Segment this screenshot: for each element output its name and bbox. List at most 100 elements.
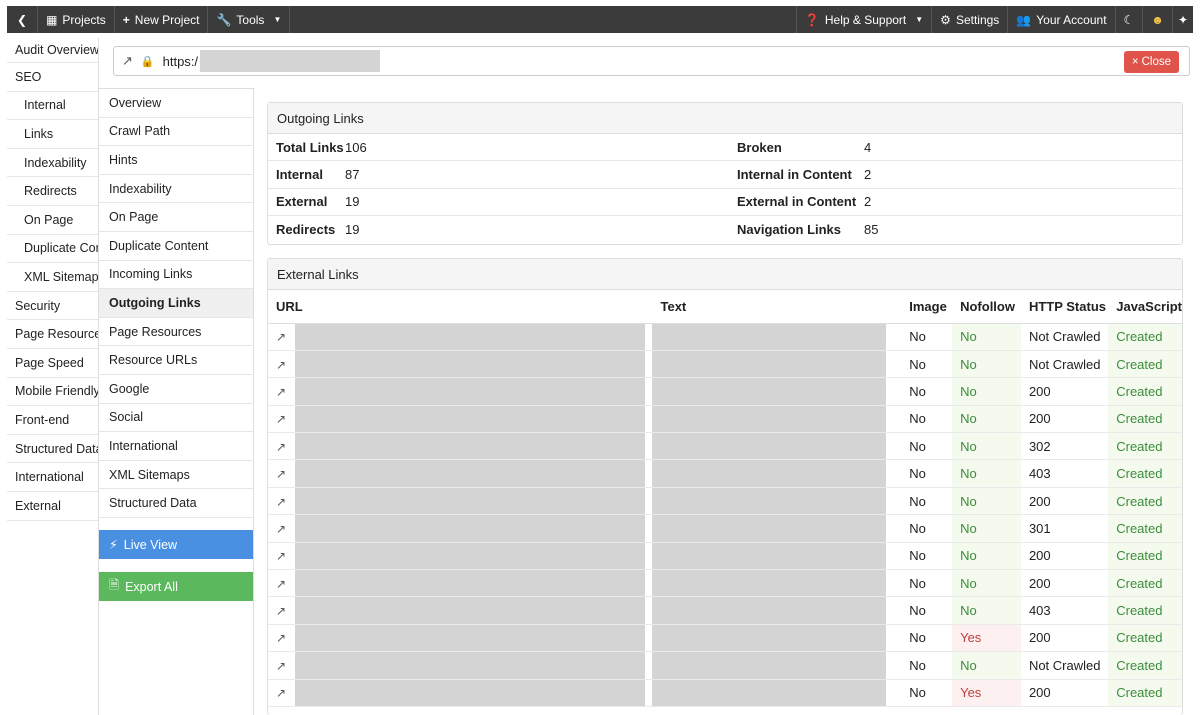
sidebar-item[interactable]: Indexability xyxy=(7,149,98,178)
back-button[interactable]: ❮ xyxy=(7,6,39,33)
sidebar-item[interactable]: Security xyxy=(7,292,98,321)
tools-menu[interactable]: 🔧 Tools ▼ xyxy=(208,6,291,33)
external-link-icon[interactable]: ↗ xyxy=(276,522,286,536)
subnav-item[interactable]: Page Resources xyxy=(99,318,253,347)
subnav-item[interactable]: Hints xyxy=(99,146,253,175)
sidebar-item[interactable]: International xyxy=(7,463,98,492)
file-excel-icon: 🗎 xyxy=(109,578,120,592)
link-cell: ↗ xyxy=(268,487,295,516)
external-link-icon[interactable]: ↗ xyxy=(276,577,286,591)
folder-icon: ▦ xyxy=(46,12,58,27)
external-link-icon[interactable]: ↗ xyxy=(276,604,286,618)
javascript-cell: Created xyxy=(1108,569,1182,598)
external-link-icon[interactable]: ↗ xyxy=(276,631,286,645)
external-link-icon[interactable]: ↗ xyxy=(276,686,286,700)
sidebar-item[interactable]: Internal xyxy=(7,92,98,121)
export-all-button[interactable]: 🗎 Export All xyxy=(99,572,253,601)
subnav-item[interactable]: Outgoing Links xyxy=(99,289,253,318)
subnav-item[interactable]: Resource URLs xyxy=(99,346,253,375)
link-cell: ↗ xyxy=(268,542,295,571)
cell-gap xyxy=(644,405,653,434)
summary-value: 85 xyxy=(864,222,879,238)
subnav-item[interactable]: Incoming Links xyxy=(99,261,253,290)
projects-button[interactable]: ▦ Projects xyxy=(38,6,115,33)
http-status-cell: 200 xyxy=(1020,405,1109,434)
external-link-icon[interactable]: ↗ xyxy=(276,440,286,454)
link-cell: ↗ xyxy=(268,323,295,351)
http-status-cell: 200 xyxy=(1020,624,1109,653)
close-button[interactable]: × Close xyxy=(1123,51,1179,73)
twitter-button[interactable]: ✦ xyxy=(1171,6,1193,33)
subnav-item[interactable]: Indexability xyxy=(99,175,253,204)
gears-icon: ⚙ xyxy=(940,12,951,27)
external-link-icon[interactable]: ↗ xyxy=(276,549,286,563)
sidebar-item[interactable]: Structured Data xyxy=(7,435,98,464)
col-javascript[interactable]: JavaScript xyxy=(1108,290,1182,324)
live-view-button[interactable]: ⚡ Live View xyxy=(99,530,253,559)
col-nofollow[interactable]: Nofollow xyxy=(952,290,1021,324)
subnav-item[interactable]: Duplicate Content xyxy=(99,232,253,261)
url-redacted xyxy=(294,432,645,461)
dark-mode-toggle[interactable]: ☾ xyxy=(1114,6,1143,33)
url-redacted xyxy=(294,405,645,434)
subnav-item[interactable]: Overview xyxy=(99,89,253,118)
text-redacted xyxy=(652,350,886,379)
page-subnav: Overview Crawl Path Hints Indexability On Pa… xyxy=(99,88,254,715)
col-image[interactable]: Image xyxy=(901,290,953,324)
subnav-item[interactable]: Google xyxy=(99,375,253,404)
subnav-item[interactable]: Crawl Path xyxy=(99,118,253,147)
sidebar-item[interactable]: On Page xyxy=(7,206,98,235)
summary-row: Total Links 106 Broken 4 xyxy=(268,134,1182,162)
external-link-icon[interactable]: ↗ xyxy=(276,358,286,372)
cell-gap xyxy=(885,405,902,434)
link-cell: ↗ xyxy=(268,596,295,625)
bolt-icon: ⚡ xyxy=(109,538,118,552)
sidebar-item[interactable]: Links xyxy=(7,120,98,149)
link-cell: ↗ xyxy=(268,514,295,543)
http-status-cell: 200 xyxy=(1020,377,1109,406)
cell-gap xyxy=(885,569,902,598)
image-cell: No xyxy=(901,405,953,434)
subnav-item[interactable]: International xyxy=(99,432,253,461)
settings-label: Settings xyxy=(955,12,1000,27)
text-redacted xyxy=(652,432,886,461)
external-link-icon[interactable]: ↗ xyxy=(276,330,286,344)
external-link-icon[interactable]: ↗ xyxy=(122,53,133,69)
new-project-button[interactable]: + New Project xyxy=(115,6,209,33)
sidebar-item[interactable]: Audit Overview xyxy=(7,38,98,63)
external-link-icon[interactable]: ↗ xyxy=(276,467,286,481)
help-support-menu[interactable]: ❓ Help & Support ▼ xyxy=(795,6,931,33)
subnav-item[interactable]: Structured Data xyxy=(99,489,253,518)
sidebar-item[interactable]: External xyxy=(7,492,98,521)
subnav-item[interactable]: On Page xyxy=(99,203,253,232)
sidebar-item[interactable]: Mobile Friendly xyxy=(7,378,98,407)
col-url[interactable]: URL xyxy=(268,290,645,324)
col-text[interactable]: Text xyxy=(652,290,886,324)
sidebar-item[interactable]: SEO xyxy=(7,63,98,92)
text-redacted xyxy=(652,514,886,543)
settings-button[interactable]: ⚙ Settings xyxy=(931,6,1007,33)
summary-label: Navigation Links xyxy=(737,222,842,238)
table-row: ↗ No No 200 Created xyxy=(268,542,1182,571)
sidebar-item[interactable]: Page Resources xyxy=(7,320,98,349)
sidebar-item[interactable]: Redirects xyxy=(7,177,98,206)
subnav-item[interactable]: XML Sitemaps xyxy=(99,461,253,490)
text-redacted xyxy=(652,405,886,434)
external-link-icon[interactable]: ↗ xyxy=(276,385,286,399)
sidebar-item[interactable]: Page Speed xyxy=(7,349,98,378)
image-cell: No xyxy=(901,350,953,379)
sidebar-item[interactable]: Duplicate Content xyxy=(7,235,98,264)
sidebar-item[interactable]: XML Sitemaps xyxy=(7,263,98,292)
sidebar-item[interactable]: Front-end xyxy=(7,406,98,435)
external-link-icon[interactable]: ↗ xyxy=(276,412,286,426)
table-row: ↗ No No Not Crawled Created xyxy=(268,350,1182,379)
subnav-item[interactable]: Social xyxy=(99,404,253,433)
moon-icon: ☾ xyxy=(1123,12,1135,27)
http-status-cell: 200 xyxy=(1020,569,1109,598)
external-link-icon[interactable]: ↗ xyxy=(276,495,286,509)
feedback-button[interactable]: ☻ xyxy=(1142,6,1172,33)
external-link-icon[interactable]: ↗ xyxy=(276,659,286,673)
account-button[interactable]: 👥 Your Account xyxy=(1007,6,1114,33)
live-view-label: Live View xyxy=(123,537,178,552)
col-http-status[interactable]: HTTP Status xyxy=(1020,290,1109,324)
